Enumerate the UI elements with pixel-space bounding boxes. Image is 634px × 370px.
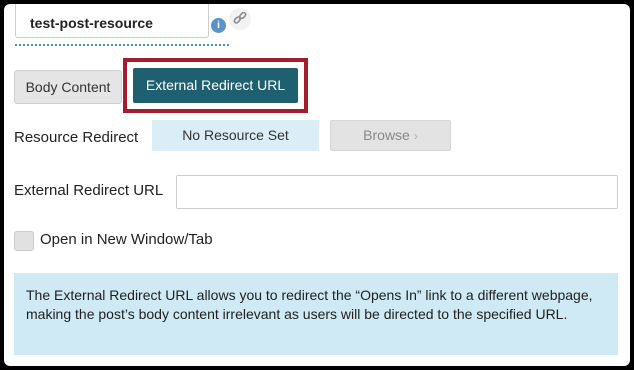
info-icon[interactable]: i [211,18,226,33]
resource-status: No Resource Set [152,120,319,151]
post-slug-field[interactable]: test-post-resource [15,4,209,38]
chevron-right-icon: › [413,129,418,143]
external-redirect-url-label: External Redirect URL [14,182,164,199]
tab-external-redirect-url[interactable]: External Redirect URL [133,68,298,103]
browse-button-label: Browse [363,127,410,143]
external-redirect-url-input[interactable] [176,175,618,209]
link-icon[interactable] [229,8,251,30]
resource-redirect-label: Resource Redirect [14,129,139,146]
browse-button[interactable]: Browse › [330,120,451,151]
redirect-settings-panel: test-post-resource i Body Content Extern… [4,4,630,366]
slug-underline [15,44,229,46]
open-in-new-window-checkbox[interactable] [14,231,34,251]
open-in-new-window-label[interactable]: Open in New Window/Tab [40,231,213,248]
redirect-info-message: The External Redirect URL allows you to … [14,273,618,355]
tab-body-content[interactable]: Body Content [14,70,122,104]
